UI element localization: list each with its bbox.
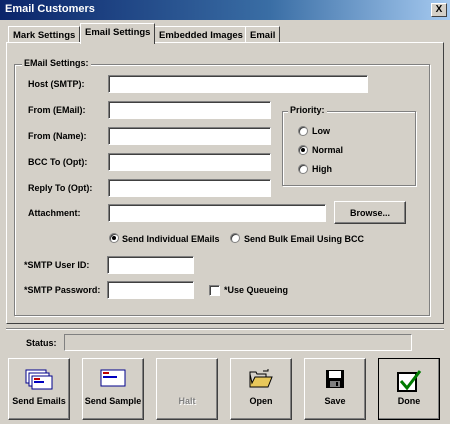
- send-emails-button[interactable]: Send Emails: [8, 358, 70, 420]
- tab-label: Embedded Images: [159, 30, 243, 41]
- use-queueing-checkbox[interactable]: [209, 285, 220, 296]
- reply-to-label: Reply To (Opt):: [28, 183, 93, 193]
- envelope-icon: [100, 369, 126, 387]
- halt-button[interactable]: Halt: [156, 358, 218, 420]
- priority-high-radio[interactable]: [298, 164, 308, 174]
- priority-normal-radio[interactable]: [298, 145, 308, 155]
- from-name-label: From (Name):: [28, 131, 87, 141]
- priority-group-label: Priority:: [288, 105, 327, 115]
- window-title: Email Customers: [5, 3, 95, 15]
- from-email-label: From (EMail):: [28, 105, 86, 115]
- email-settings-group-label: EMail Settings:: [22, 58, 91, 68]
- open-folder-icon: [249, 369, 273, 388]
- host-input[interactable]: [108, 75, 368, 93]
- priority-normal-label: Normal: [312, 145, 344, 155]
- smtp-user-input[interactable]: [107, 256, 194, 274]
- browse-button-label: Browse...: [349, 208, 390, 218]
- envelope-stack-icon: [25, 369, 53, 390]
- tab-label: Email: [250, 30, 276, 41]
- tab-label: Email Settings: [85, 27, 151, 38]
- send-individual-radio[interactable]: [109, 233, 119, 243]
- save-label: Save: [324, 396, 346, 406]
- send-emails-label: Send Emails: [12, 396, 66, 406]
- priority-low-radio[interactable]: [298, 126, 308, 136]
- title-bar: Email Customers X: [0, 0, 450, 20]
- priority-high-label: High: [312, 164, 332, 174]
- done-label: Done: [397, 396, 421, 406]
- tab-email-settings[interactable]: Email Settings: [80, 23, 156, 44]
- smtp-user-label: *SMTP User ID:: [24, 260, 90, 270]
- tab-mark-settings[interactable]: Mark Settings: [8, 26, 81, 43]
- attachment-label: Attachment:: [28, 208, 81, 218]
- bcc-input[interactable]: [108, 153, 271, 171]
- open-button[interactable]: Open: [230, 358, 292, 420]
- done-button[interactable]: Done: [378, 358, 440, 420]
- attachment-input[interactable]: [108, 204, 326, 222]
- separator: [6, 328, 444, 330]
- bcc-label: BCC To (Opt):: [28, 157, 88, 167]
- tab-email[interactable]: Email: [245, 26, 281, 43]
- halt-label: Halt: [178, 396, 196, 406]
- host-label: Host (SMTP):: [28, 79, 85, 89]
- send-sample-label: Send Sample: [84, 396, 142, 406]
- send-sample-button[interactable]: Send Sample: [82, 358, 144, 420]
- from-email-input[interactable]: [108, 101, 271, 119]
- use-queueing-label: *Use Queueing: [224, 285, 289, 295]
- smtp-password-input[interactable]: [107, 281, 194, 299]
- browse-button[interactable]: Browse...: [334, 201, 406, 224]
- open-label: Open: [249, 396, 273, 406]
- checkbox-check-icon: [397, 370, 422, 392]
- floppy-disk-icon: [326, 370, 344, 388]
- send-bulk-radio[interactable]: [230, 233, 240, 243]
- smtp-password-label: *SMTP Password:: [24, 285, 101, 295]
- tab-embedded-images[interactable]: Embedded Images: [154, 26, 248, 43]
- send-bulk-label: Send Bulk Email Using BCC: [244, 234, 365, 244]
- from-name-input[interactable]: [108, 127, 271, 145]
- close-icon: X: [435, 4, 443, 15]
- priority-low-label: Low: [312, 126, 330, 136]
- tab-label: Mark Settings: [13, 30, 76, 41]
- status-label: Status:: [26, 338, 57, 348]
- reply-to-input[interactable]: [108, 179, 271, 197]
- send-individual-label: Send Individual EMails: [122, 234, 220, 244]
- save-button[interactable]: Save: [304, 358, 366, 420]
- close-button[interactable]: X: [431, 3, 447, 17]
- status-field: [64, 334, 412, 351]
